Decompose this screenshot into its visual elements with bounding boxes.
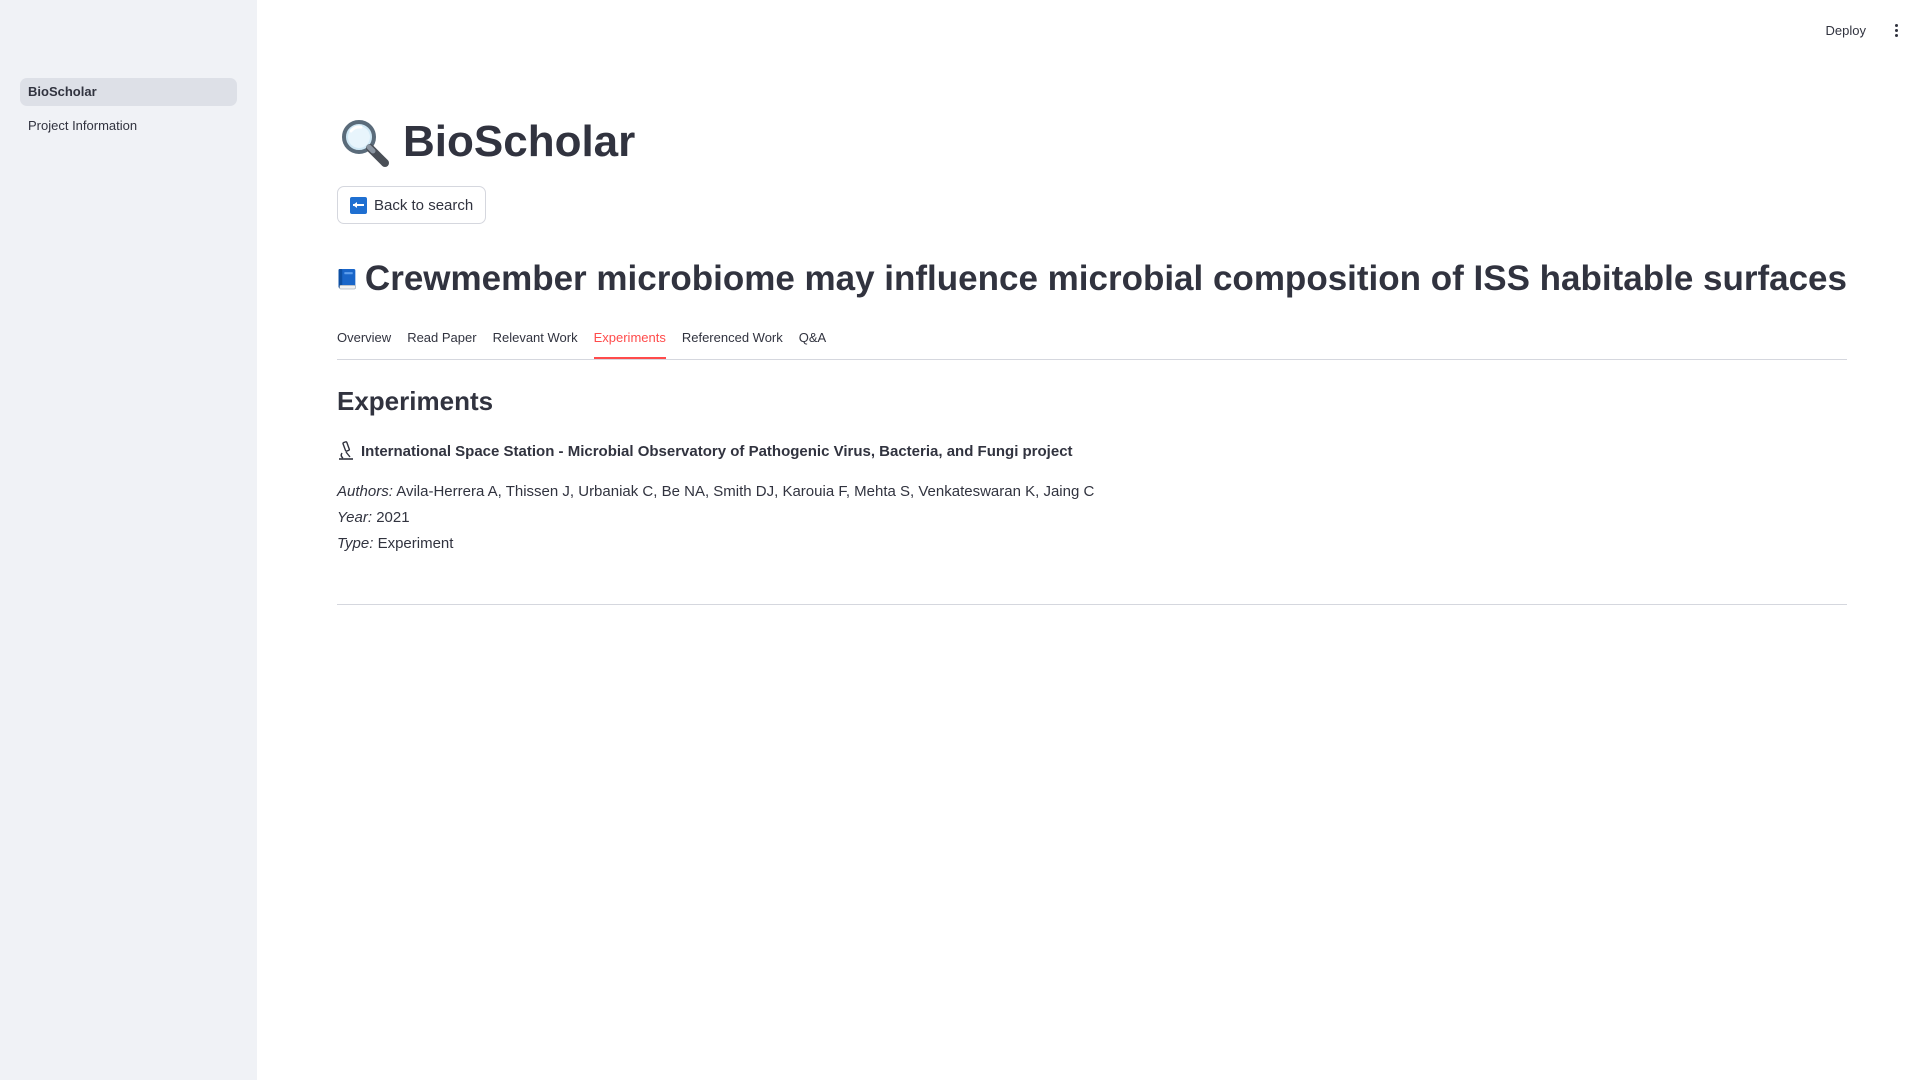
experiments-heading: Experiments [337,386,494,416]
experiment-title: International Space Station - Microbial … [361,442,1073,460]
tab-bar: Overview Read Paper Relevant Work Experi… [337,325,1847,360]
back-button-label: Back to search [374,196,474,214]
magnifier-icon [342,120,389,167]
deploy-button[interactable]: Deploy [1816,19,1876,42]
kebab-menu-icon[interactable] [1884,18,1908,42]
authors-label: Authors: [337,483,393,500]
sidebar-item-bioscholar[interactable]: BioScholar [20,78,237,106]
authors-value: Avila-Herrera A, Thissen J, Urbaniak C, … [396,483,1095,500]
tab-relevant-work[interactable]: Relevant Work [493,325,578,359]
year-label: Year: [337,509,373,526]
microscope-icon [339,441,353,460]
app-title: BioScholar [403,117,636,166]
back-arrow-icon [350,196,367,214]
paper-title-row: Crewmember microbiome may influence micr… [337,256,1847,302]
experiment-year: Year: 2021 [337,509,410,526]
experiment-authors: Authors: Avila-Herrera A, Thissen J, Urb… [337,483,1094,500]
sidebar-nav: BioScholar Project Information [20,78,237,146]
tab-referenced-work[interactable]: Referenced Work [682,325,783,359]
type-value: Experiment [377,535,454,552]
header-actions: Deploy [1816,18,1908,42]
sidebar-item-project-information[interactable]: Project Information [20,112,237,140]
tab-experiments[interactable]: Experiments [593,325,666,359]
app-root: BioScholar Project Information Deploy Bi… [0,0,1920,1080]
sidebar: BioScholar Project Information [0,0,257,1080]
section-divider [337,604,1847,605]
tab-overview[interactable]: Overview [337,325,391,359]
app-title-row: BioScholar [337,112,635,172]
tab-qa[interactable]: Q&A [799,325,826,359]
type-label: Type: [337,535,374,552]
paper-title: Crewmember microbiome may influence micr… [364,259,1847,298]
experiment-title-row: International Space Station - Microbial … [337,440,1073,462]
tab-read-paper[interactable]: Read Paper [407,325,476,359]
back-to-search-button[interactable]: Back to search [337,186,487,224]
year-value: 2021 [376,509,410,526]
blue-book-icon [338,269,356,290]
experiment-type: Type: Experiment [337,535,453,552]
